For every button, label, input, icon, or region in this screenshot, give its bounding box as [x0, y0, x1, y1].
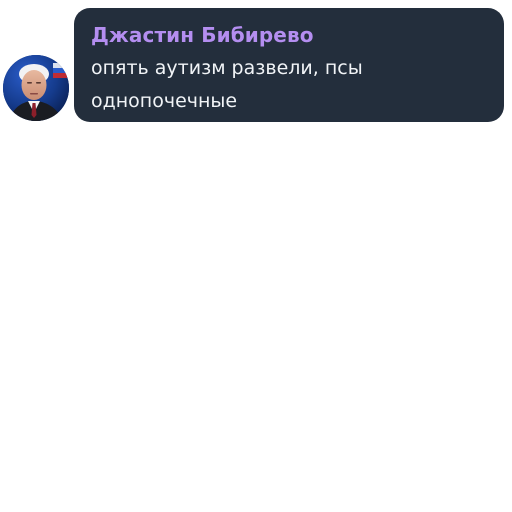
- message-bubble[interactable]: Джастин Бибирево опять аутизм развели, п…: [74, 8, 504, 122]
- profile-photo-icon: [3, 55, 69, 121]
- message-line: опять аутизм развели, псы: [91, 57, 363, 79]
- message-text: опять аутизм развели, псы однопочечные: [91, 52, 488, 118]
- avatar[interactable]: [3, 55, 69, 121]
- sender-name[interactable]: Джастин Бибирево: [91, 21, 488, 49]
- message-line: однопочечные: [91, 90, 238, 112]
- chat-message: Джастин Бибирево опять аутизм развели, п…: [0, 0, 512, 130]
